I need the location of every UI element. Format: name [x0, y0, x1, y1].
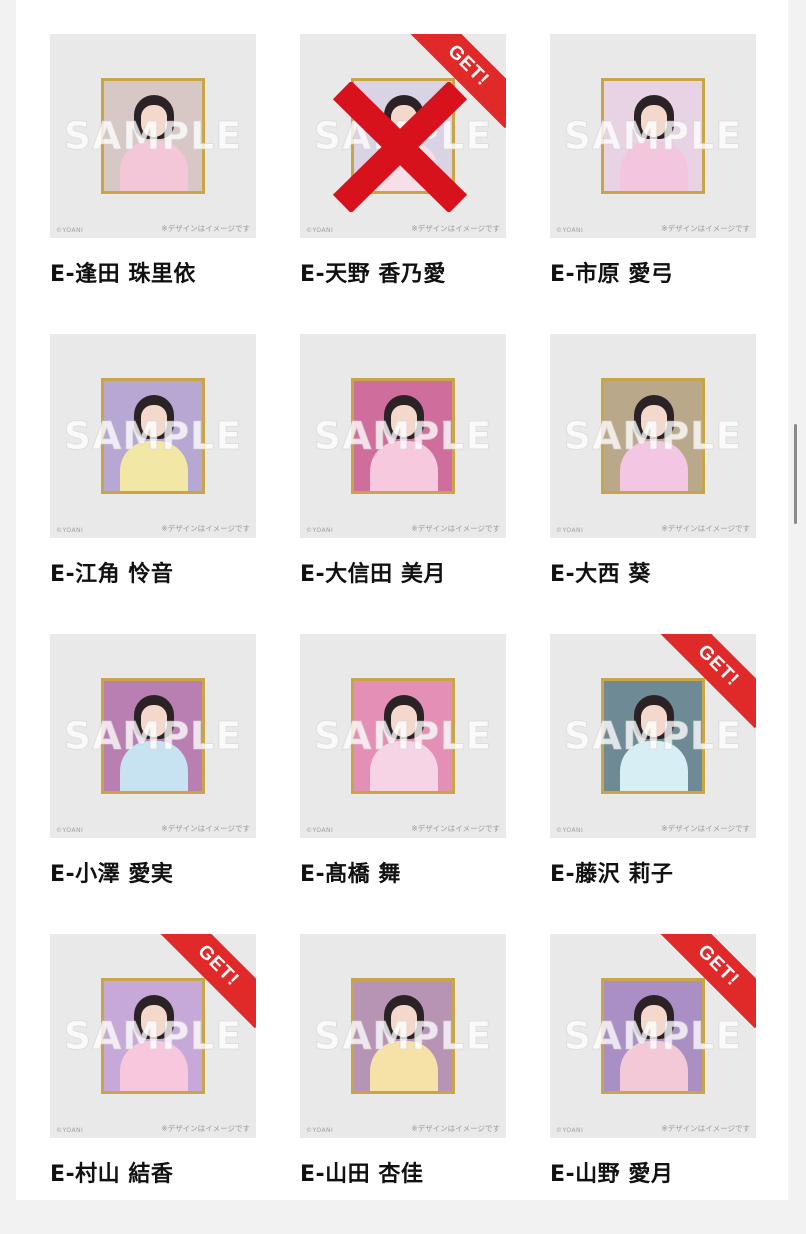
card-name: E-大信田 美月 — [300, 562, 446, 587]
design-note: ※デザインはイメージです — [161, 224, 250, 233]
copyright-text: ©YOANI — [556, 527, 584, 534]
design-note: ※デザインはイメージです — [411, 224, 500, 233]
sample-watermark: SAMPLE — [63, 414, 243, 459]
copyright-text: ©YOANI — [56, 527, 84, 534]
card-item: SAMPLE ©YOANI ※デザインはイメージです GET! E-藤沢 莉子 — [550, 634, 756, 934]
sample-watermark: SAMPLE — [313, 1014, 493, 1059]
content-panel: SAMPLE ©YOANI ※デザインはイメージです E-逢田 珠里依 SAMP… — [16, 0, 788, 1200]
cross-mark-icon — [332, 82, 468, 212]
card-thumbnail[interactable]: SAMPLE ©YOANI ※デザインはイメージです — [300, 934, 506, 1138]
design-note: ※デザインはイメージです — [411, 1124, 500, 1133]
design-note: ※デザインはイメージです — [161, 824, 250, 833]
card-item: SAMPLE ©YOANI ※デザインはイメージです E-小澤 愛実 — [50, 634, 256, 934]
card-name: E-山野 愛月 — [550, 1162, 674, 1187]
card-item: SAMPLE ©YOANI ※デザインはイメージです E-山田 杏佳 — [300, 934, 506, 1234]
scrollbar[interactable] — [794, 424, 797, 524]
card-name: E-髙橋 舞 — [300, 862, 401, 887]
copyright-text: ©YOANI — [56, 1127, 84, 1134]
card-thumbnail[interactable]: SAMPLE ©YOANI ※デザインはイメージです — [300, 334, 506, 538]
card-name: E-藤沢 莉子 — [550, 862, 674, 887]
card-name: E-村山 結香 — [50, 1162, 174, 1187]
card-thumbnail[interactable]: SAMPLE ©YOANI ※デザインはイメージです — [50, 334, 256, 538]
card-item: SAMPLE ©YOANI ※デザインはイメージです GET! E-天野 香乃愛 — [300, 34, 506, 334]
card-item: SAMPLE ©YOANI ※デザインはイメージです GET! E-山野 愛月 — [550, 934, 756, 1234]
card-thumbnail[interactable]: SAMPLE ©YOANI ※デザインはイメージです — [300, 634, 506, 838]
sample-watermark: SAMPLE — [563, 114, 743, 159]
design-note: ※デザインはイメージです — [161, 524, 250, 533]
card-thumbnail[interactable]: SAMPLE ©YOANI ※デザインはイメージです GET! — [550, 934, 756, 1138]
card-name: E-江角 怜音 — [50, 562, 174, 587]
copyright-text: ©YOANI — [306, 1127, 334, 1134]
design-note: ※デザインはイメージです — [661, 224, 750, 233]
design-note: ※デザインはイメージです — [661, 824, 750, 833]
card-thumbnail[interactable]: SAMPLE ©YOANI ※デザインはイメージです — [50, 34, 256, 238]
copyright-text: ©YOANI — [306, 227, 334, 234]
sample-watermark: SAMPLE — [313, 714, 493, 759]
copyright-text: ©YOANI — [556, 227, 584, 234]
card-item: SAMPLE ©YOANI ※デザインはイメージです E-逢田 珠里依 — [50, 34, 256, 334]
sample-watermark: SAMPLE — [313, 414, 493, 459]
card-name: E-大西 葵 — [550, 562, 651, 587]
sample-watermark: SAMPLE — [63, 114, 243, 159]
design-note: ※デザインはイメージです — [661, 1124, 750, 1133]
card-name: E-市原 愛弓 — [550, 262, 674, 287]
copyright-text: ©YOANI — [56, 227, 84, 234]
card-name: E-逢田 珠里依 — [50, 262, 196, 287]
card-grid: SAMPLE ©YOANI ※デザインはイメージです E-逢田 珠里依 SAMP… — [50, 34, 756, 1234]
sample-watermark: SAMPLE — [563, 414, 743, 459]
card-item: SAMPLE ©YOANI ※デザインはイメージです E-江角 怜音 — [50, 334, 256, 634]
sample-watermark: SAMPLE — [63, 1014, 243, 1059]
card-item: SAMPLE ©YOANI ※デザインはイメージです E-髙橋 舞 — [300, 634, 506, 934]
card-name: E-山田 杏佳 — [300, 1162, 424, 1187]
design-note: ※デザインはイメージです — [161, 1124, 250, 1133]
sample-watermark: SAMPLE — [63, 714, 243, 759]
card-item: SAMPLE ©YOANI ※デザインはイメージです GET! E-村山 結香 — [50, 934, 256, 1234]
card-thumbnail[interactable]: SAMPLE ©YOANI ※デザインはイメージです GET! — [300, 34, 506, 238]
sample-watermark: SAMPLE — [563, 714, 743, 759]
card-thumbnail[interactable]: SAMPLE ©YOANI ※デザインはイメージです — [50, 634, 256, 838]
card-thumbnail[interactable]: SAMPLE ©YOANI ※デザインはイメージです GET! — [550, 634, 756, 838]
copyright-text: ©YOANI — [306, 527, 334, 534]
card-item: SAMPLE ©YOANI ※デザインはイメージです E-市原 愛弓 — [550, 34, 756, 334]
card-thumbnail[interactable]: SAMPLE ©YOANI ※デザインはイメージです — [550, 334, 756, 538]
card-item: SAMPLE ©YOANI ※デザインはイメージです E-大信田 美月 — [300, 334, 506, 634]
copyright-text: ©YOANI — [556, 827, 584, 834]
card-thumbnail[interactable]: SAMPLE ©YOANI ※デザインはイメージです — [550, 34, 756, 238]
copyright-text: ©YOANI — [56, 827, 84, 834]
design-note: ※デザインはイメージです — [411, 524, 500, 533]
design-note: ※デザインはイメージです — [411, 824, 500, 833]
sample-watermark: SAMPLE — [563, 1014, 743, 1059]
card-item: SAMPLE ©YOANI ※デザインはイメージです E-大西 葵 — [550, 334, 756, 634]
copyright-text: ©YOANI — [306, 827, 334, 834]
card-name: E-天野 香乃愛 — [300, 262, 446, 287]
card-name: E-小澤 愛実 — [50, 862, 174, 887]
copyright-text: ©YOANI — [556, 1127, 584, 1134]
card-thumbnail[interactable]: SAMPLE ©YOANI ※デザインはイメージです GET! — [50, 934, 256, 1138]
design-note: ※デザインはイメージです — [661, 524, 750, 533]
